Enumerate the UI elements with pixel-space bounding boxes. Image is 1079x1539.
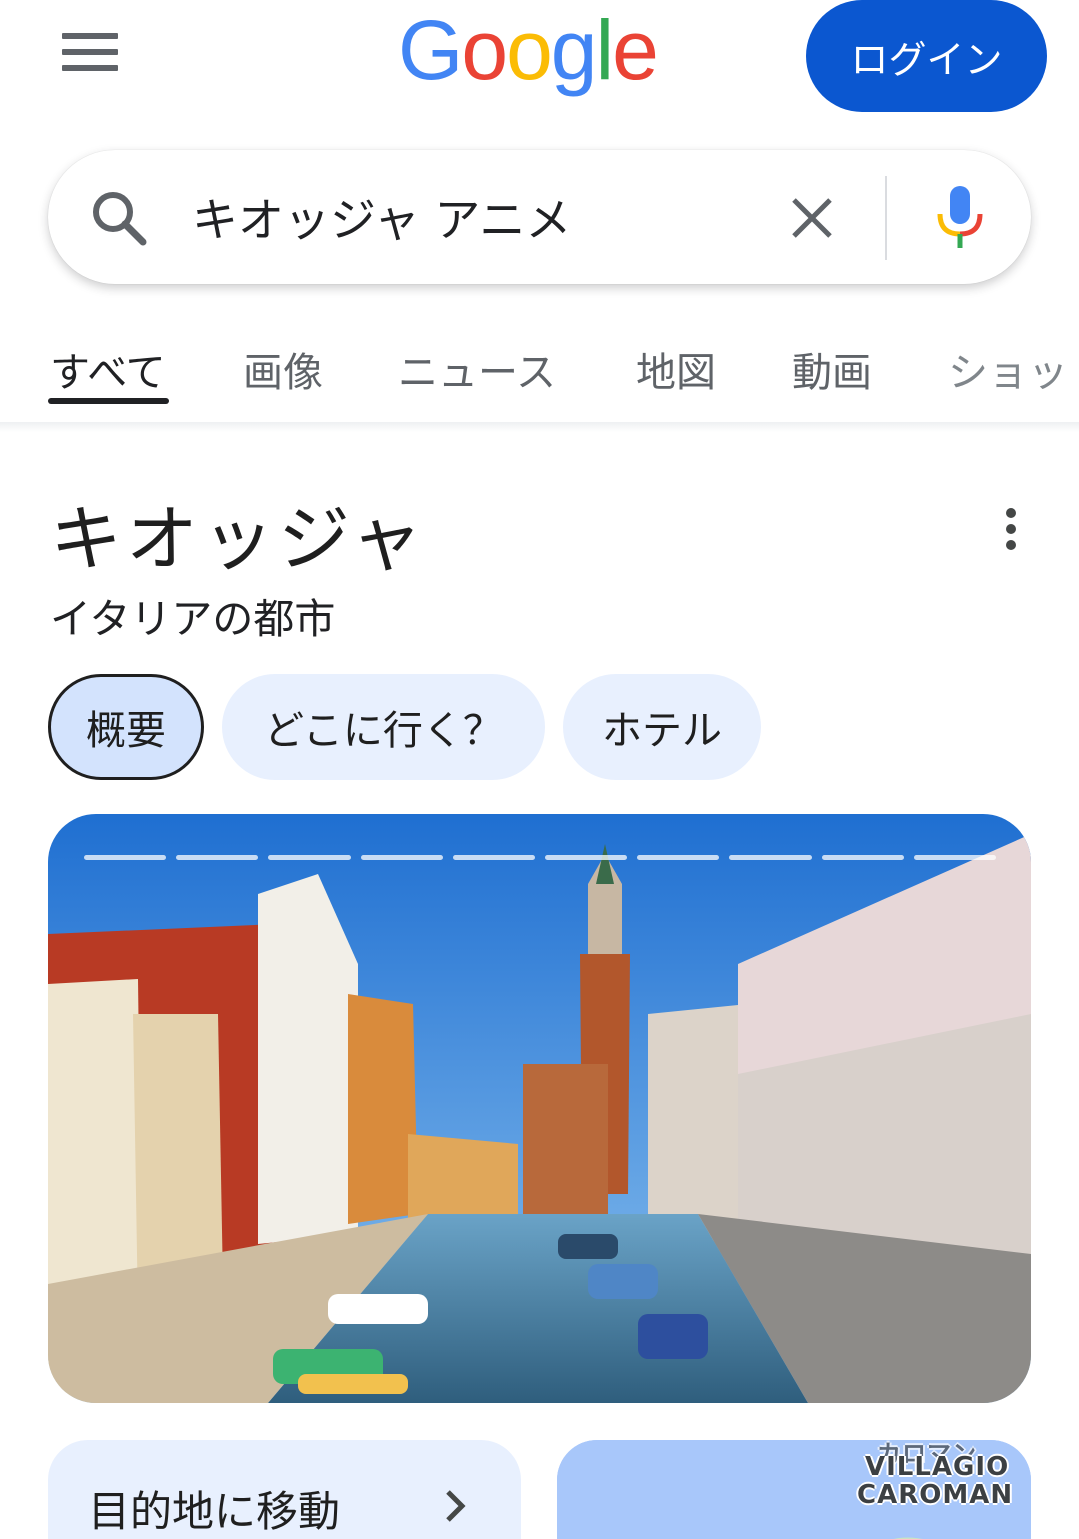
logo-letter-e: e xyxy=(612,3,659,97)
search-icon xyxy=(93,192,147,246)
active-tab-indicator xyxy=(48,398,169,404)
destination-card-label: 目的地に移動 xyxy=(88,1487,341,1536)
hamburger-menu-icon[interactable] xyxy=(62,33,118,73)
map-card[interactable]: カロマン VILLAGIO CAROMAN xyxy=(557,1440,1031,1539)
logo-letter-o2: o xyxy=(506,3,553,97)
chevron-right-icon xyxy=(446,1490,466,1522)
entity-photo[interactable] xyxy=(48,814,1031,1403)
close-icon[interactable] xyxy=(788,194,836,242)
login-button[interactable]: ログイン xyxy=(806,0,1047,112)
chip-hotels[interactable]: ホテル xyxy=(563,674,761,780)
tabs-divider xyxy=(0,422,1079,432)
search-input[interactable] xyxy=(192,180,752,254)
entity-title: キオッジャ xyxy=(50,497,427,581)
chip-overview[interactable]: 概要 xyxy=(48,674,204,780)
tab-maps[interactable]: 地図 xyxy=(636,340,716,398)
canal-photo xyxy=(48,814,1031,1403)
map-label-caroman: CAROMAN xyxy=(857,1480,1014,1510)
chip-where-to-go[interactable]: どこに行く？ xyxy=(222,674,545,780)
logo-letter-g: G xyxy=(398,3,463,97)
tab-videos[interactable]: 動画 xyxy=(792,340,872,398)
tab-all[interactable]: すべて xyxy=(50,340,166,398)
logo-letter-g2: g xyxy=(550,3,598,97)
microphone-icon[interactable] xyxy=(936,184,984,252)
search-divider xyxy=(885,176,887,260)
tab-images[interactable]: 画像 xyxy=(243,340,323,398)
google-logo[interactable]: Google xyxy=(398,3,659,97)
more-vert-icon[interactable] xyxy=(996,506,1026,552)
map-label-villagio: VILLAGIO xyxy=(865,1452,1010,1482)
logo-letter-o1: o xyxy=(461,3,508,97)
entity-subtitle: イタリアの都市 xyxy=(50,595,336,643)
tab-shopping[interactable]: ショッ xyxy=(948,340,1068,398)
logo-letter-l: l xyxy=(595,3,615,97)
photo-progress-indicator xyxy=(84,855,997,861)
tab-news[interactable]: ニュース xyxy=(398,340,556,398)
